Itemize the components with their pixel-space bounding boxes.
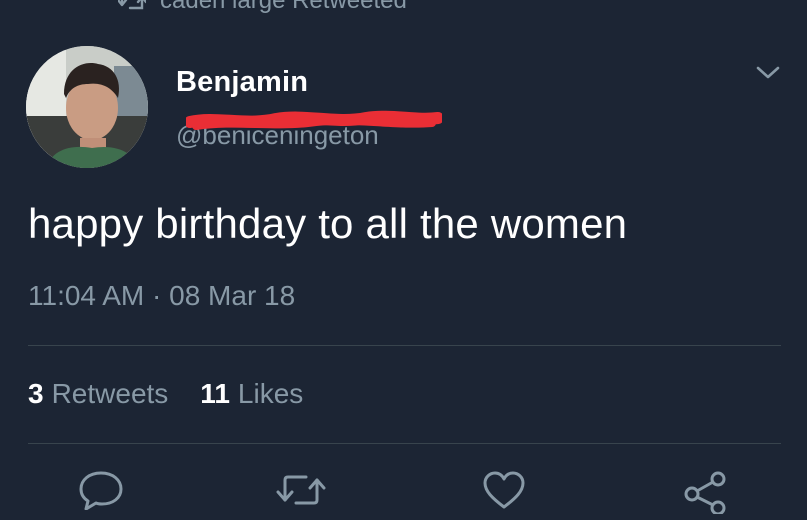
- likes-stat[interactable]: 11 Likes: [200, 378, 303, 410]
- action-bar: [0, 470, 807, 520]
- divider: [28, 443, 781, 444]
- retweets-count: 3: [28, 378, 44, 409]
- redaction-scribble: [184, 104, 444, 143]
- avatar[interactable]: [26, 46, 148, 168]
- retweet-context[interactable]: caden large Retweeted: [118, 0, 407, 16]
- heart-icon[interactable]: [482, 470, 526, 510]
- tweet-text: happy birthday to all the women: [28, 200, 628, 247]
- display-name[interactable]: Benjamin: [176, 66, 308, 99]
- divider: [28, 345, 781, 346]
- retweets-stat[interactable]: 3 Retweets: [28, 378, 168, 410]
- retweet-context-text: caden large Retweeted: [160, 0, 407, 14]
- likes-count: 11: [200, 378, 230, 409]
- tweet-time: 11:04 AM: [28, 280, 145, 311]
- reply-icon[interactable]: [78, 470, 124, 510]
- retweets-label: Retweets: [51, 378, 169, 409]
- retweet-icon: [118, 0, 146, 12]
- tweet-date: 08 Mar 18: [169, 280, 296, 311]
- retweet-icon[interactable]: [276, 470, 326, 510]
- timestamp[interactable]: 11:04 AM · 08 Mar 18: [28, 280, 295, 312]
- likes-label: Likes: [237, 378, 304, 409]
- chevron-down-icon[interactable]: [755, 64, 781, 87]
- tweet-stats: 3 Retweets 11 Likes: [28, 378, 303, 410]
- share-icon[interactable]: [682, 470, 728, 514]
- time-separator: ·: [152, 280, 162, 311]
